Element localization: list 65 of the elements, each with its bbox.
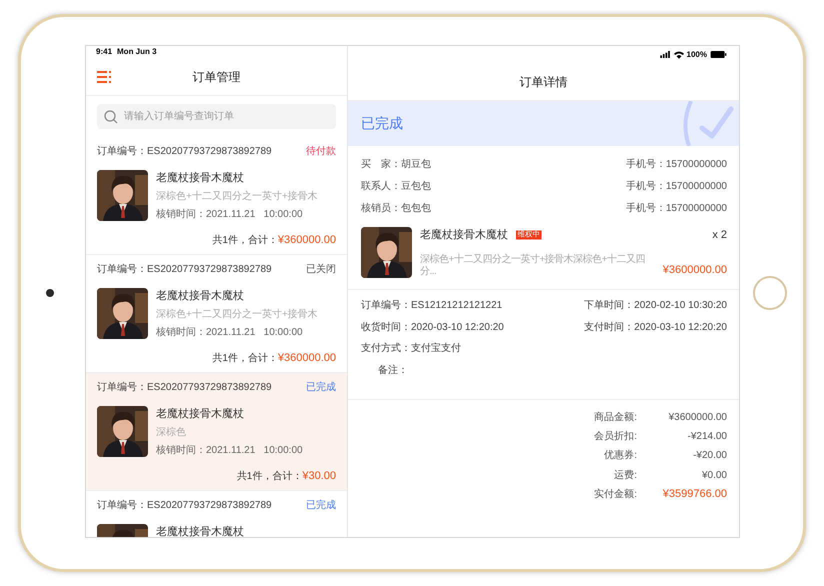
order-status-title: 已完成 <box>361 114 403 133</box>
search-icon <box>104 110 118 124</box>
status-date: Mon Jun 3 <box>117 46 157 58</box>
summary-value: -¥214.00 <box>686 430 727 444</box>
quantity: x 2 <box>712 228 727 243</box>
order-number: 订单编号：ES20207793729873892789 <box>97 380 272 394</box>
product-name: 老魔杖接骨木魔杖 <box>156 524 244 537</box>
search-input[interactable]: 请输入订单编号查询订单 <box>124 109 304 124</box>
summary-label: 商品金额: <box>593 410 637 425</box>
redeem-time: 核销时间：2021.11.21 10:00:00 <box>156 326 304 340</box>
total-price: ¥360000.00 <box>278 350 336 366</box>
battery-icon <box>710 51 727 58</box>
order-status: 待付款 <box>306 144 336 158</box>
redeem-time: 核销时间：2021.11.21 10:00:00 <box>156 208 304 222</box>
summary-label: 会员折扣: <box>593 430 637 444</box>
product-spec: 深棕色 <box>156 426 187 440</box>
order-info: 支付方式：支付宝支付 <box>361 342 461 356</box>
order-info: 备注： <box>377 364 408 378</box>
party-name: 联系人：豆包包 <box>361 180 431 194</box>
pane-title: 订单详情 <box>520 74 568 90</box>
summary-value: ¥0.00 <box>700 468 727 483</box>
total-label: 共1件，合计： <box>212 234 278 248</box>
party-phone: 手机号：15700000000 <box>626 202 727 216</box>
summary-label: 优惠券: <box>603 448 637 464</box>
summary-label: 实付金额: <box>593 488 637 502</box>
search-field[interactable]: 请输入订单编号查询订单 <box>97 104 336 129</box>
redeem-time: 核销时间：2021.11.21 10:00:00 <box>156 444 303 458</box>
total-price: ¥360000.00 <box>278 232 336 248</box>
status-time: 9:41 <box>96 46 112 58</box>
order-info: 下单时间：2020-02-10 10:30:20 <box>584 298 727 314</box>
order-info: 订单编号：ES12121212121221 <box>361 298 502 314</box>
party-name: 买 家：胡豆包 <box>361 158 431 172</box>
signal-icon <box>660 51 671 58</box>
party-name: 核销员：包包包 <box>361 202 431 216</box>
product-spec: 深棕色+十二又四分之一英寸+接骨木 <box>156 308 318 322</box>
battery-percent: 100% <box>686 48 707 60</box>
order-status: 已关闭 <box>306 262 336 276</box>
order-card[interactable]: 订单编号：ES20207793729873892789 已完成 老魔杖接骨木魔杖 深棕色 核销时间：2021.11.21 10:00:00 共1件，合计：¥30.00 <box>86 373 347 491</box>
product-name: 老魔杖接骨木魔杖 <box>420 228 508 243</box>
summary-value: ¥3599766.00 <box>662 487 727 502</box>
party-phone: 手机号：15700000000 <box>626 158 727 172</box>
summary-value: ¥3600000.00 <box>668 410 727 425</box>
order-status: 已完成 <box>306 498 336 512</box>
wifi-icon <box>674 50 684 58</box>
order-number: 订单编号：ES20207793729873892789 <box>97 262 272 276</box>
product-name: 老魔杖接骨木魔杖 <box>156 288 245 304</box>
product-spec: 深棕色+十二又四分之一英寸+接骨木深棕色+十二又四分... <box>420 254 646 278</box>
camera-icon <box>46 289 54 297</box>
menu-icon[interactable] <box>97 70 111 82</box>
order-info: 支付时间：2020-03-10 12:20:20 <box>584 320 727 335</box>
order-info: 收货时间：2020-03-10 12:20:20 <box>361 320 504 335</box>
order-status: 已完成 <box>306 380 336 394</box>
product-price: ¥3600000.00 <box>662 262 727 278</box>
total-label: 共1件，合计： <box>236 470 302 484</box>
order-number: 订单编号：ES20207793729873892789 <box>97 498 272 512</box>
order-number: 订单编号：ES20207793729873892789 <box>97 144 272 158</box>
total-price: ¥30.00 <box>302 468 336 484</box>
summary-label: 运费: <box>613 468 637 483</box>
product-name: 老魔杖接骨木魔杖 <box>156 406 245 422</box>
party-phone: 手机号：15700000000 <box>626 180 727 194</box>
product-name: 老魔杖接骨木魔杖 <box>156 170 245 186</box>
pane-title: 订单管理 <box>192 68 240 86</box>
summary-value: -¥20.00 <box>692 449 727 464</box>
total-label: 共1件，合计： <box>212 352 278 366</box>
product-spec: 深棕色+十二又四分之一英寸+接骨木 <box>156 190 318 204</box>
